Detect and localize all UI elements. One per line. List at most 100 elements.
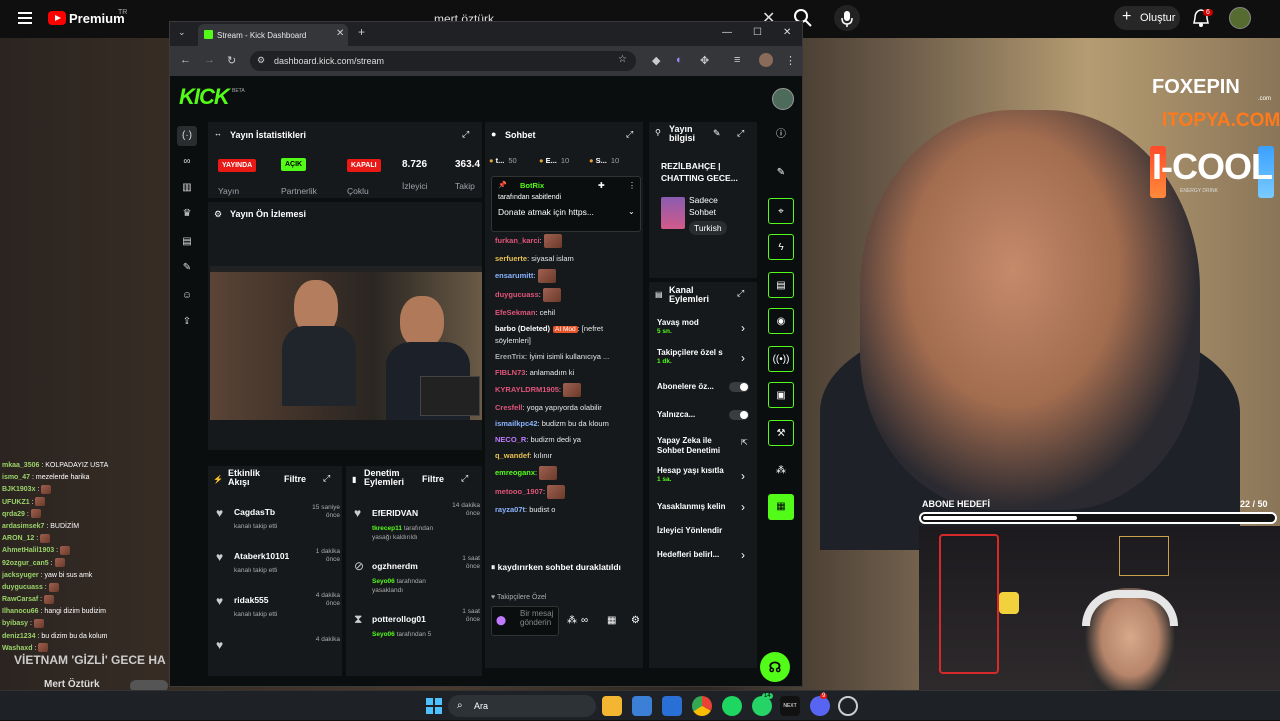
mic-icon[interactable]: ⬤ [496, 615, 506, 626]
upload-nav-icon[interactable]: ⇪ [180, 316, 194, 330]
chat-tab[interactable]: ● E... 10 [539, 156, 569, 165]
edit-icon[interactable]: ✎ [713, 128, 721, 139]
chevron-right-icon[interactable]: › [741, 500, 745, 514]
moderation-filter-button[interactable]: Filtre [422, 474, 444, 484]
omnibox[interactable]: ⚙ dashboard.kick.com/stream ☆ [250, 51, 636, 71]
media-nav-icon[interactable]: ▤ [180, 236, 194, 250]
popout-icon[interactable]: ⤢ [323, 473, 330, 484]
popout-icon[interactable]: ⤢ [462, 129, 469, 140]
stream-nav-icon[interactable]: (·) [177, 126, 197, 146]
store-icon[interactable] [632, 696, 652, 716]
moderator-name[interactable]: Seyo06 [372, 578, 395, 585]
tab-kick-dashboard[interactable]: Stream - Kick Dashboard ✕ [198, 24, 348, 46]
more-menu-icon[interactable]: ⋮ [785, 54, 796, 67]
game-icon[interactable]: ▦ [768, 494, 794, 520]
menu-icon[interactable] [18, 12, 32, 24]
moderator-name[interactable]: Seyo06 [372, 631, 395, 638]
chat-message[interactable]: ensarumitt: [495, 269, 639, 283]
wrench-icon[interactable]: ⚒ [768, 420, 794, 446]
new-tab-icon[interactable]: + [358, 25, 365, 39]
create-button[interactable]: + Oluştur [1114, 6, 1180, 30]
kick-profile-avatar[interactable] [772, 88, 794, 110]
chat-settings-icon[interactable]: ⚙ [631, 615, 640, 626]
pinned-message[interactable]: 📌 BotRix tarafından sabitlendi Donate at… [491, 176, 641, 232]
whatsapp-icon[interactable] [752, 696, 772, 716]
extension-icon[interactable]: ◆ [652, 54, 660, 67]
extension-icon[interactable]: ◐ [676, 54, 683, 66]
outlook-icon[interactable] [662, 696, 682, 716]
chat-username[interactable]: NECO_R [495, 435, 526, 444]
chat-message[interactable]: rayza07t: budist o [495, 504, 639, 515]
app-icon[interactable] [838, 696, 858, 716]
info-icon[interactable]: ⓘ [768, 122, 794, 148]
chat-tab[interactable]: ● t... 50 [489, 156, 517, 165]
chat-username[interactable]: emreoganx [495, 468, 535, 477]
chrome-icon[interactable] [692, 696, 712, 716]
tab-search-icon[interactable]: ⌄ [178, 27, 186, 38]
chat-message[interactable]: Cresfell: yoga yapıyorda olabilir [495, 402, 639, 413]
more-options-icon[interactable]: ⋮ [628, 181, 636, 190]
channel-action-8[interactable]: Hedefleri belirl... › [657, 548, 753, 562]
clip-icon[interactable]: ⌖ [768, 198, 794, 224]
chevron-right-icon[interactable]: › [741, 469, 745, 483]
unpin-icon[interactable]: ✚ [598, 181, 605, 190]
discord-icon[interactable] [810, 696, 830, 716]
edit-icon[interactable]: ✎ [768, 160, 794, 186]
support-headset-icon[interactable]: ☊ [760, 652, 790, 682]
chat-username[interactable]: ensarumitt [495, 271, 533, 280]
spotify-icon[interactable] [722, 696, 742, 716]
media-control-icon[interactable]: ≡ [734, 54, 740, 66]
chat-username[interactable]: EfeSekman [495, 308, 535, 317]
chat-username[interactable]: KYRAYLDRM1905 [495, 385, 559, 394]
channel-action-1[interactable]: Takipçilere özel s1 dk. › [657, 348, 753, 365]
external-link-icon[interactable]: ⇱ [741, 438, 748, 447]
chat-message[interactable]: q_wandef: kılınır [495, 450, 639, 461]
chat-username[interactable]: serfuerte [495, 254, 527, 263]
channel-action-5[interactable]: Hesap yaşı kısıtla 1 sa. › [657, 466, 753, 483]
extensions-puzzle-icon[interactable]: ✥ [700, 54, 709, 67]
chat-message[interactable]: serfuerte: siyasal islam [495, 253, 639, 264]
moderated-user[interactable]: potterollog01 [372, 614, 426, 624]
notes-icon[interactable]: ▤ [768, 272, 794, 298]
chat-paused-notice[interactable]: ⏸ kaydırırken sohbet duraklatıldı [491, 562, 621, 573]
popout-icon[interactable]: ⤢ [737, 128, 744, 139]
link-nav-icon[interactable]: ∞ [180, 156, 194, 170]
url-field[interactable]: dashboard.kick.com/stream [274, 56, 384, 66]
reload-icon[interactable]: ↻ [227, 54, 236, 67]
profile-avatar[interactable] [759, 53, 773, 67]
broadcast-icon[interactable]: ((•)) [768, 346, 794, 372]
youtube-logo-icon[interactable] [48, 11, 66, 25]
chat-message[interactable]: KYRAYLDRM1905: [495, 383, 639, 397]
moderated-user[interactable]: EfERIDVAN [372, 508, 418, 518]
follower-name[interactable]: CagdasTb [234, 507, 275, 517]
chat-username[interactable]: barbo (Deleted) [495, 324, 550, 333]
popout-icon[interactable]: ⤢ [461, 473, 468, 484]
store-icon[interactable]: ▦ [607, 615, 616, 626]
chat-username[interactable]: FIBLN73 [495, 368, 525, 377]
wrench-nav-icon[interactable]: ✎ [180, 262, 194, 276]
channel-action-4[interactable]: Yapay Zeka ile Sohbet Denetimi ⇱ [657, 436, 753, 456]
file-explorer-icon[interactable] [602, 696, 622, 716]
taskbar-search[interactable]: ⌕ Ara [448, 695, 596, 717]
account-avatar[interactable] [1229, 7, 1251, 29]
minimize-icon[interactable]: — [722, 27, 732, 38]
moderator-name[interactable]: tkrecep11 [372, 525, 402, 532]
nodes-icon[interactable]: ⁂ [768, 458, 794, 484]
channel-action-7[interactable]: İzleyici Yönlendir [657, 526, 753, 536]
chat-message[interactable]: ismailkpc42: budizm bu da kloum [495, 418, 639, 429]
site-info-icon[interactable]: ⚙ [257, 55, 265, 66]
chat-username[interactable]: q_wandef [495, 451, 530, 460]
channel-action-6[interactable]: Yasaklanmış kelin › [657, 500, 753, 514]
chat-message[interactable]: EfeSekman: cehil [495, 307, 639, 318]
chat-input[interactable]: ⬤ Bir mesaj gönderin [491, 606, 559, 636]
moderated-user[interactable]: ogzhnerdm [372, 561, 418, 571]
chat-message[interactable]: emreoganx: [495, 466, 639, 480]
popout-icon[interactable]: ⤢ [737, 288, 744, 299]
chat-username[interactable]: ErenTrix [495, 352, 525, 361]
chat-message[interactable]: metooo_1907: [495, 485, 639, 499]
next-app-icon[interactable]: NEXT [780, 696, 800, 716]
chat-username[interactable]: ismailkpc42 [495, 419, 538, 428]
channel-action-0[interactable]: Yavaş mod 5 sn. › [657, 318, 753, 335]
link-icon[interactable]: ∞ [581, 615, 588, 626]
analytics-nav-icon[interactable]: ▥ [180, 182, 194, 196]
